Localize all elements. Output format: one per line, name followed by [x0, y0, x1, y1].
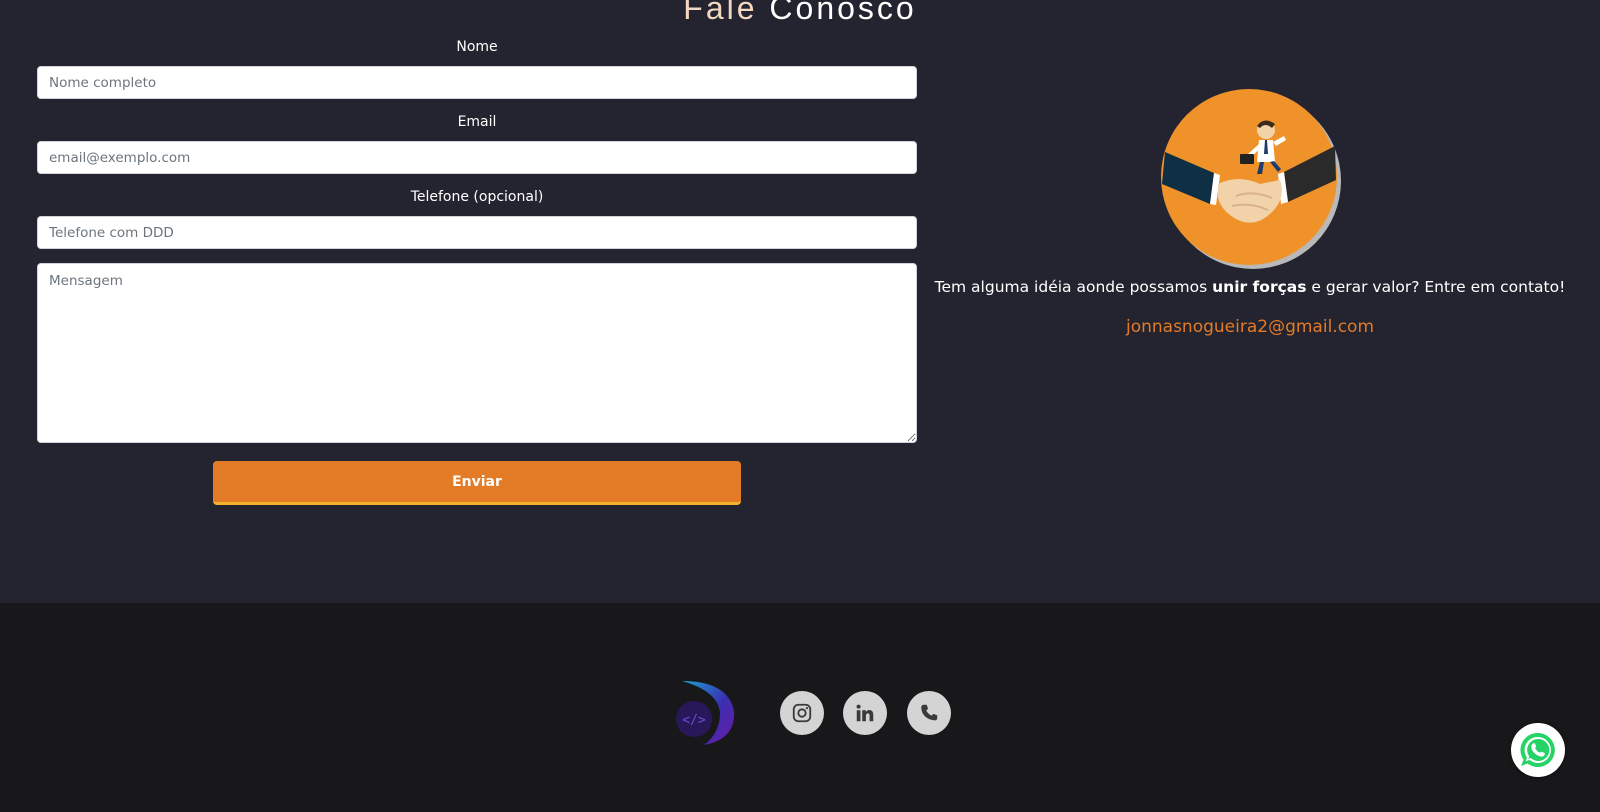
footer: </>	[0, 603, 1600, 812]
whatsapp-icon	[1520, 732, 1555, 767]
linkedin-button[interactable]	[843, 691, 887, 735]
contact-section: Fale Conosco Nome Email Telefone (opcion…	[0, 0, 1600, 603]
phone-input[interactable]	[37, 216, 917, 249]
instagram-icon	[792, 703, 812, 723]
whatsapp-button[interactable]	[1511, 723, 1565, 777]
instagram-button[interactable]	[780, 691, 824, 735]
name-label: Nome	[456, 39, 498, 55]
contact-email-link[interactable]: jonnasnogueira2@gmail.com	[930, 317, 1570, 337]
svg-text:</>: </>	[682, 713, 706, 728]
section-title: Fale Conosco	[0, 0, 1600, 27]
phone-icon	[921, 704, 938, 721]
logo-icon: </>	[676, 681, 735, 745]
submit-button[interactable]: Enviar	[213, 461, 741, 505]
page: Fale Conosco Nome Email Telefone (opcion…	[0, 0, 1600, 812]
message-textarea[interactable]	[37, 263, 917, 443]
email-label: Email	[457, 114, 497, 130]
contact-text-after: e gerar valor? Entre em contato!	[1306, 278, 1566, 296]
handshake-illustration	[1161, 89, 1341, 269]
email-input[interactable]	[37, 141, 917, 174]
contact-text-bold: unir forças	[1212, 278, 1307, 296]
phone-label: Telefone (opcional)	[410, 189, 544, 205]
phone-button[interactable]	[907, 691, 951, 735]
title-accent: Conosco	[769, 0, 917, 26]
title-prefix: Fale	[683, 0, 758, 26]
contact-text-before: Tem alguma idéia aonde possamos	[934, 278, 1213, 296]
linkedin-icon	[856, 704, 874, 722]
contact-text: Tem alguma idéia aonde possamos unir for…	[930, 278, 1570, 296]
name-input[interactable]	[37, 66, 917, 99]
